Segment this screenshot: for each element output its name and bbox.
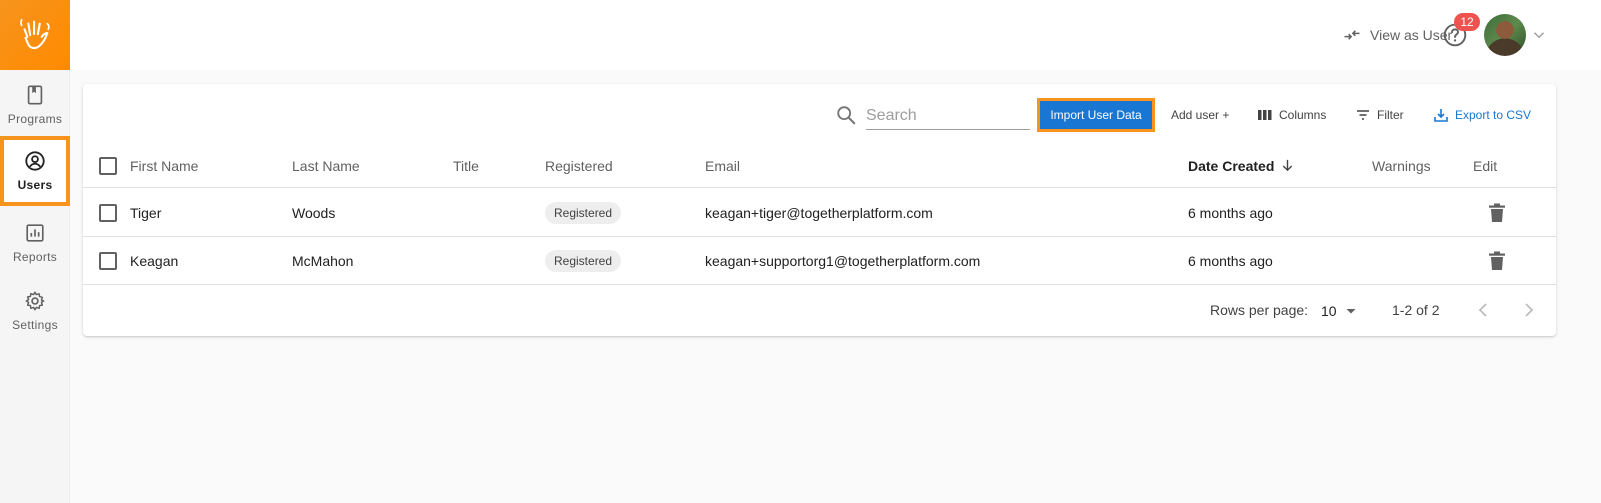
filter-button[interactable]: Filter [1355,104,1404,126]
table-pagination: Rows per page: 10 1-2 of 2 [83,284,1556,336]
column-header-first-name[interactable]: First Name [130,144,198,187]
cell-registered: Registered [545,237,622,284]
export-csv-button[interactable]: Export to CSV [1433,104,1531,126]
top-bar: View as User 12 [70,0,1601,70]
columns-icon [1258,110,1272,120]
app: Programs Users Reports Settings View as … [0,0,1601,503]
column-header-edit: Edit [1473,157,1498,174]
user-avatar[interactable] [1484,14,1526,56]
filter-icon [1357,110,1369,120]
add-user-button[interactable]: Add user + [1171,104,1229,126]
add-user-label: Add user + [1171,108,1230,122]
table-header: First Name Last Name Title Registered Em… [83,144,1556,188]
hand-wave-logo[interactable] [0,0,70,70]
cell-edit [1488,237,1506,284]
swap-arrows-icon [1344,30,1360,40]
columns-button[interactable]: Columns [1257,104,1326,126]
download-icon [1434,109,1448,122]
row-checkbox[interactable] [99,203,117,222]
sidebar: Programs Users Reports Settings [0,0,70,503]
rows-per-page-value: 10 [1321,303,1337,319]
users-table-card: Import User Data Add user + Columns Filt… [83,84,1556,336]
table-row[interactable]: Keagan McMahon Registered keagan+support… [83,237,1556,285]
cell-first-name: Tiger [130,204,162,221]
caret-down-icon [1346,309,1356,314]
gear-icon [25,291,45,311]
view-as-user-button[interactable]: View as User [1342,24,1452,46]
sidebar-item-users[interactable]: Users [0,136,70,206]
user-circle-icon [25,151,45,171]
columns-label: Columns [1279,108,1327,122]
hand-wave-icon [20,18,50,50]
rows-per-page-select[interactable]: 10 [1321,300,1361,322]
registered-chip: Registered [545,201,622,224]
column-header-date-created-label: Date Created [1188,157,1275,174]
previous-page-icon[interactable] [1471,298,1495,322]
table-row[interactable]: Tiger Woods Registered keagan+tiger@toge… [83,189,1556,237]
notification-badge: 12 [1454,13,1480,31]
sidebar-item-label: Programs [7,112,63,126]
column-header-date-created[interactable]: Date Created [1188,144,1295,187]
filter-label: Filter [1377,108,1404,122]
sidebar-item-programs[interactable]: Programs [0,70,70,140]
cell-edit [1488,189,1506,236]
sidebar-item-reports[interactable]: Reports [0,208,70,278]
cell-email: keagan+tiger@togetherplatform.com [705,204,933,221]
column-header-title[interactable]: Title [453,144,479,187]
page-range: 1-2 of 2 [1392,302,1440,318]
chevron-down-icon[interactable] [1530,26,1548,44]
search-icon [837,106,856,125]
row-checkbox[interactable] [99,251,117,270]
sidebar-item-settings[interactable]: Settings [0,276,70,346]
select-all-checkbox[interactable] [99,156,117,175]
trash-icon[interactable] [1488,251,1506,271]
cell-first-name: Keagan [130,252,179,269]
bar-chart-icon [26,224,44,242]
import-user-data-button[interactable]: Import User Data [1037,98,1155,132]
column-header-warnings: Warnings [1372,157,1431,174]
column-header-email[interactable]: Email [705,144,740,187]
view-as-user-label: View as User [1370,27,1453,43]
column-header-last-name[interactable]: Last Name [292,144,360,187]
column-header-registered[interactable]: Registered [545,144,613,187]
cell-last-name: Woods [292,204,336,221]
book-icon [27,85,43,105]
sort-arrow-down-icon [1283,159,1293,172]
search-input[interactable] [866,102,1030,130]
cell-date-created: 6 months ago [1188,204,1273,221]
registered-chip: Registered [545,249,622,272]
export-label: Export to CSV [1455,108,1532,122]
rows-per-page-label: Rows per page: [1210,302,1309,318]
cell-registered: Registered [545,189,622,236]
sidebar-item-label: Settings [12,318,58,332]
cell-email: keagan+supportorg1@togetherplatform.com [705,252,981,269]
cell-date-created: 6 months ago [1188,252,1273,269]
trash-icon[interactable] [1488,203,1506,223]
next-page-icon[interactable] [1517,298,1541,322]
table-toolbar: Import User Data Add user + Columns Filt… [83,84,1556,144]
sidebar-item-label: Reports [12,250,58,264]
sidebar-item-label: Users [17,178,53,192]
cell-last-name: McMahon [292,252,354,269]
